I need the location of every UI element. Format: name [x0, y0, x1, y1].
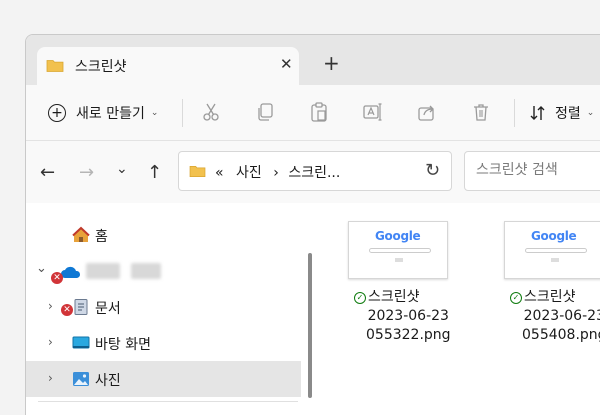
close-tab-icon[interactable]: ✕ [280, 55, 293, 73]
forward-arrow-icon[interactable]: → [79, 162, 94, 183]
breadcrumb-overflow[interactable]: « [215, 165, 224, 181]
file-explorer-window: 스크린샷 ✕ + + 새로 만들기 ⌄ 정렬 ⌄ ← → ⌄ ↑ « 사진 › … [25, 34, 600, 415]
breadcrumb-separator[interactable]: › [273, 165, 279, 181]
sidebar-item-documents[interactable]: › ✕ 문서 [26, 289, 301, 325]
file-name: ✓ 스크린샷 2023-06-23 055322.png [354, 288, 451, 345]
share-icon[interactable] [416, 101, 438, 123]
navigation-scrollbar[interactable] [308, 253, 312, 398]
breadcrumb-pictures[interactable]: 사진 [236, 165, 262, 181]
sidebar-item-home[interactable]: 홈 [26, 217, 301, 253]
search-input[interactable] [465, 152, 600, 188]
search-box[interactable] [464, 151, 600, 191]
sidebar-item-onedrive[interactable]: ⌄ ✕ [26, 253, 301, 289]
sort-button[interactable]: 정렬 ⌄ [529, 99, 594, 127]
chevron-down-icon: ⌄ [586, 108, 595, 118]
file-name-line2: 2023-06-23 [523, 308, 600, 324]
up-arrow-icon[interactable]: ↑ [147, 162, 162, 183]
sort-icon [530, 106, 545, 120]
tab-screenshots[interactable]: 스크린샷 ✕ [37, 47, 299, 85]
file-thumbnail: Google [348, 221, 448, 279]
file-thumbnail: Google [504, 221, 600, 279]
home-icon [72, 226, 90, 242]
sync-error-icon: ✕ [51, 272, 63, 284]
thumbnail-button [395, 258, 403, 262]
address-row: ← → ⌄ ↑ « 사진 › 스크린... ↻ [26, 141, 600, 203]
rename-icon[interactable] [362, 101, 384, 123]
thumbnail-button [551, 258, 559, 262]
file-name-line3: 055322.png [366, 327, 451, 343]
folder-icon [46, 58, 64, 77]
address-bar[interactable]: « 사진 › 스크린... ↻ [178, 151, 452, 191]
plus-circle-icon: + [48, 104, 66, 122]
chevron-down-icon: ⌄ [150, 108, 159, 118]
new-button[interactable]: + 새로 만들기 ⌄ [48, 99, 158, 127]
thumbnail-search-bar [369, 248, 431, 253]
onedrive-cloud-icon [61, 266, 81, 278]
file-name-line3: 055408.png [522, 327, 600, 343]
desktop-icon [72, 336, 90, 349]
folder-icon [189, 163, 206, 182]
copy-icon[interactable] [254, 101, 276, 123]
synced-check-icon: ✓ [354, 292, 366, 304]
toolbar-divider [514, 99, 515, 127]
cut-icon[interactable] [200, 101, 222, 123]
file-name-line1: 스크린샷 [524, 289, 576, 305]
breadcrumb: « 사진 › 스크린... [215, 162, 340, 182]
new-tab-button[interactable]: + [323, 51, 340, 75]
sidebar-item-label: 바탕 화면 [95, 337, 151, 353]
sidebar-item-pictures[interactable]: › 사진 [26, 361, 301, 397]
thumbnail-search-bar [525, 248, 587, 253]
recent-locations-chevron-icon[interactable]: ⌄ [116, 161, 128, 177]
command-bar: + 새로 만들기 ⌄ 정렬 ⌄ [26, 85, 600, 141]
chevron-right-icon[interactable]: › [48, 299, 53, 313]
synced-check-icon: ✓ [510, 292, 522, 304]
toolbar-divider [182, 99, 183, 127]
navigation-pane: 홈 ⌄ ✕ › ✕ 문서 › 바탕 화면 › 사진 [26, 203, 318, 415]
file-name: ✓ 스크린샷 2023-06-23 055408.png [510, 288, 600, 345]
chevron-right-icon[interactable]: › [48, 371, 53, 385]
file-name-line1: 스크린샷 [368, 289, 420, 305]
pictures-icon [73, 372, 89, 386]
account-name-redacted [86, 263, 162, 283]
delete-icon[interactable] [470, 101, 492, 123]
file-list: Google ✓ 스크린샷 2023-06-23 055322.png Googl… [318, 203, 600, 415]
chevron-right-icon[interactable]: › [48, 335, 53, 349]
file-name-line2: 2023-06-23 [367, 308, 449, 324]
chevron-down-icon[interactable]: ⌄ [36, 261, 47, 276]
tab-strip: 스크린샷 ✕ + [26, 35, 600, 85]
new-button-label: 새로 만들기 [76, 106, 145, 122]
sidebar-item-desktop[interactable]: › 바탕 화면 [26, 325, 301, 361]
refresh-icon[interactable]: ↻ [425, 160, 440, 181]
sidebar-item-label: 사진 [95, 373, 121, 389]
sync-error-icon: ✕ [61, 304, 73, 316]
documents-icon [74, 299, 88, 315]
breadcrumb-screenshots[interactable]: 스크린... [288, 165, 340, 181]
sidebar-item-label: 문서 [95, 301, 121, 317]
back-arrow-icon[interactable]: ← [40, 162, 55, 183]
tab-title: 스크린샷 [75, 59, 127, 75]
thumbnail-google-logo: Google [375, 229, 421, 243]
sort-button-label: 정렬 [555, 106, 581, 122]
thumbnail-google-logo: Google [531, 229, 577, 243]
sidebar-divider [38, 401, 298, 402]
sidebar-item-label: 홈 [95, 229, 108, 245]
paste-icon[interactable] [308, 101, 330, 123]
